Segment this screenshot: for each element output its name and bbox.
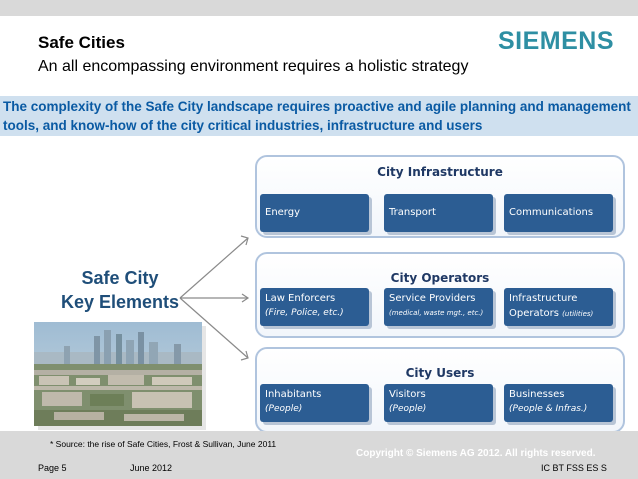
card-label: Businesses	[509, 389, 565, 400]
page-number: Page 5	[38, 463, 67, 473]
card-sub: (medical, waste mgt., etc.)	[389, 308, 483, 318]
card-law-enforcers: Law Enforcers (Fire, Police, etc.)	[260, 288, 369, 326]
group-title: City Operators	[390, 271, 490, 285]
card-label: Law Enforcers	[265, 293, 336, 304]
footer-date: June 2012	[130, 463, 173, 473]
copyright: Copyright © Siemens AG 2012. All rights …	[356, 448, 596, 459]
card-sub-small: (utilities)	[562, 310, 594, 318]
card-sub: Operators (utilities)	[509, 308, 593, 319]
card-label: Visitors	[389, 389, 426, 400]
card-label: Communications	[509, 207, 594, 218]
card-sub: (People & Infras.)	[509, 404, 588, 414]
card-transport: Transport	[384, 194, 493, 232]
card-label: Inhabitants	[265, 389, 322, 400]
card-label: Infrastructure	[509, 293, 578, 304]
card-sub-text: (medical, waste mgt., etc.)	[389, 309, 484, 317]
group-title: City Infrastructure	[377, 165, 503, 179]
card-sub: (People)	[389, 404, 427, 414]
card-label: Transport	[389, 207, 436, 218]
group-title: City Users	[405, 366, 475, 380]
card-sub: (Fire, Police, etc.)	[265, 308, 344, 318]
card-service-providers: Service Providers (medical, waste mgt., …	[384, 288, 493, 326]
footer-department: IC BT FSS ES S	[541, 463, 607, 473]
card-inhabitants: Inhabitants (People)	[260, 384, 369, 422]
card-visitors: Visitors (People)	[384, 384, 493, 422]
source-note: * Source: the rise of Safe Cities, Frost…	[50, 439, 277, 449]
card-sub: (People)	[265, 404, 303, 414]
card-label: Service Providers	[389, 293, 476, 304]
card-communications: Communications	[504, 194, 613, 232]
card-businesses: Businesses (People & Infras.)	[504, 384, 613, 422]
card-sub-main: Operators	[509, 308, 559, 319]
card-label: Energy	[265, 207, 301, 218]
card-energy: Energy	[260, 194, 369, 232]
card-infrastructure-operators: Infrastructure Operators (utilities)	[504, 288, 613, 326]
